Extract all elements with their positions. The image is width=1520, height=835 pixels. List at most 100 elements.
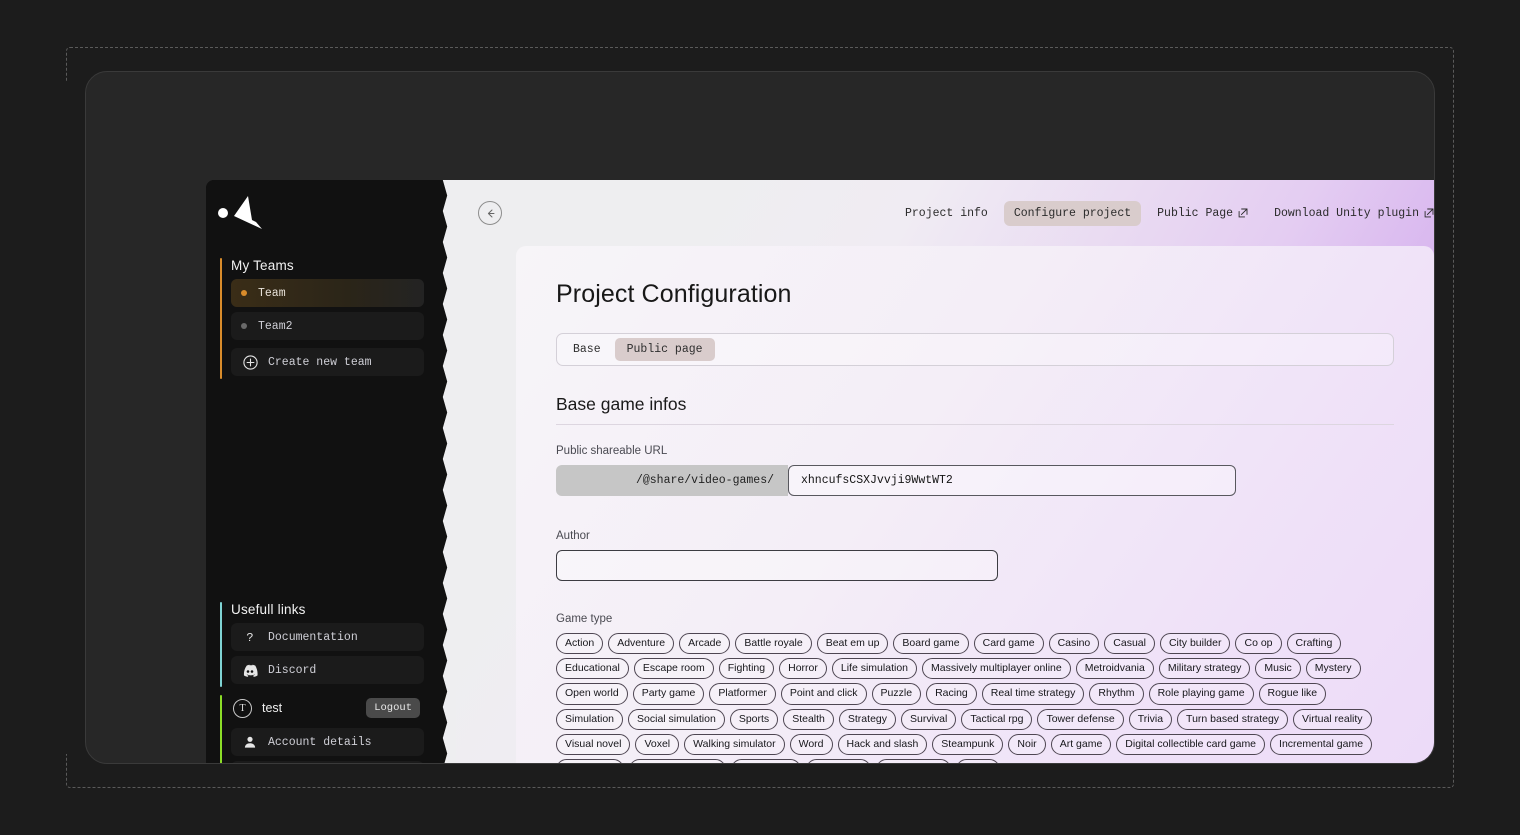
game-type-chip[interactable]: Racing bbox=[926, 683, 977, 705]
game-type-chip[interactable]: Rogue lite bbox=[805, 758, 872, 763]
game-type-chip[interactable]: Rhythm bbox=[1089, 683, 1144, 705]
game-type-chip[interactable]: Noir bbox=[1008, 733, 1046, 755]
topnav-project-info[interactable]: Project info bbox=[895, 201, 998, 226]
game-type-chip[interactable]: Role playing game bbox=[1148, 683, 1254, 705]
game-type-chip[interactable]: Massively multiplayer online bbox=[922, 658, 1071, 680]
top-navigation: Project info Configure project Public Pa… bbox=[895, 200, 1434, 226]
game-type-chip[interactable]: Adventure bbox=[608, 633, 675, 655]
group-accent-rail-links bbox=[220, 602, 222, 687]
game-type-chip[interactable]: Board game bbox=[893, 633, 969, 655]
topnav-download-unity-plugin[interactable]: Download Unity plugin bbox=[1264, 201, 1434, 226]
tab-bar: Base Public page bbox=[556, 333, 1394, 366]
app-logo[interactable] bbox=[206, 180, 434, 256]
game-type-chip[interactable]: Tower defense bbox=[1037, 708, 1124, 730]
game-type-chip[interactable]: Sports bbox=[729, 708, 779, 730]
field-public-shareable-url: Public shareable URL /@share/video-games… bbox=[556, 445, 1394, 496]
game-type-chip[interactable]: Art game bbox=[1050, 733, 1112, 755]
game-type-chip[interactable]: Battle royale bbox=[735, 633, 812, 655]
game-type-chip[interactable]: Action bbox=[556, 633, 604, 655]
field-label: Author bbox=[556, 530, 590, 542]
create-new-team-label: Create new team bbox=[268, 355, 372, 369]
group-accent-rail-teams bbox=[220, 258, 222, 379]
game-type-chip[interactable]: Crafting bbox=[1286, 633, 1342, 655]
game-type-chip[interactable]: Casual bbox=[1104, 633, 1155, 655]
game-type-chip[interactable]: Military strategy bbox=[1158, 658, 1251, 680]
game-type-chip[interactable]: Stealth bbox=[783, 708, 834, 730]
game-type-chip[interactable]: Voxel bbox=[635, 733, 680, 755]
status-dot-inactive-icon bbox=[241, 323, 247, 329]
game-type-chip[interactable]: Escape room bbox=[633, 658, 714, 680]
author-input[interactable] bbox=[556, 550, 998, 581]
game-type-chip[interactable]: Rogue like bbox=[1258, 683, 1327, 705]
tab-public-page[interactable]: Public page bbox=[614, 338, 715, 361]
sidebar-item-team2[interactable]: Team2 bbox=[231, 312, 424, 340]
game-type-chip[interactable]: Martial arts bbox=[730, 758, 801, 763]
game-type-chip[interactable]: Tactical rpg bbox=[961, 708, 1033, 730]
sidebar-item-team[interactable]: Team bbox=[231, 279, 424, 307]
url-input-group: /@share/video-games/ bbox=[556, 465, 1394, 496]
game-type-chip[interactable]: Visual novel bbox=[556, 733, 631, 755]
game-type-chip[interactable]: Walking simulator bbox=[684, 733, 785, 755]
game-type-chip[interactable]: Fighting bbox=[718, 658, 775, 680]
sidebar-item-label: Team2 bbox=[258, 319, 293, 333]
avatar: T bbox=[233, 698, 252, 718]
game-type-chip[interactable]: Beat em up bbox=[816, 633, 889, 655]
field-label: Public shareable URL bbox=[556, 445, 668, 457]
account-username: test bbox=[262, 701, 283, 715]
topnav-public-page[interactable]: Public Page bbox=[1147, 201, 1258, 226]
game-type-chip[interactable]: Mystery bbox=[1305, 658, 1361, 680]
game-type-chip[interactable]: Hack and slash bbox=[837, 733, 928, 755]
app-shell: My Teams Team Team2 Create new team Usef… bbox=[206, 180, 1434, 763]
game-type-chip[interactable]: Real time strategy bbox=[981, 683, 1085, 705]
arrow-left-icon bbox=[487, 209, 494, 217]
game-type-chip[interactable]: Interactive movie bbox=[628, 758, 726, 763]
url-slug-input[interactable] bbox=[788, 465, 1236, 496]
tab-base[interactable]: Base bbox=[561, 338, 613, 361]
game-type-chip[interactable]: Virtual reality bbox=[1293, 708, 1372, 730]
url-prefix: /@share/video-games/ bbox=[556, 465, 788, 496]
game-type-chip[interactable]: Point and click bbox=[780, 683, 867, 705]
sidebar-item-subscription[interactable]: Subscription bbox=[231, 761, 424, 763]
game-type-chip[interactable]: Party game bbox=[632, 683, 705, 705]
logout-button[interactable]: Logout bbox=[366, 698, 420, 718]
game-type-chip[interactable]: Open world bbox=[556, 683, 628, 705]
game-type-chip[interactable]: Battle arena bbox=[876, 758, 951, 763]
sidebar-item-discord[interactable]: Discord bbox=[231, 656, 424, 684]
game-type-chip[interactable]: Simulation bbox=[556, 708, 624, 730]
game-type-chip[interactable]: Incremental game bbox=[1270, 733, 1373, 755]
game-type-chip[interactable]: Other bbox=[955, 758, 1001, 763]
game-type-chip[interactable]: Educational bbox=[556, 658, 629, 680]
game-type-chip[interactable]: Survival bbox=[901, 708, 957, 730]
game-type-chip[interactable]: Trivia bbox=[1128, 708, 1173, 730]
topnav-configure-project[interactable]: Configure project bbox=[1003, 200, 1142, 226]
game-type-chip[interactable]: Puzzle bbox=[871, 683, 922, 705]
svg-text:?: ? bbox=[246, 631, 253, 644]
game-type-chip[interactable]: Card game bbox=[973, 633, 1044, 655]
game-type-chip[interactable]: Word bbox=[789, 733, 833, 755]
game-type-chip[interactable]: Arcade bbox=[679, 633, 731, 655]
sidebar-item-label: Discord bbox=[268, 663, 317, 677]
game-type-chip[interactable]: Platformer bbox=[709, 683, 776, 705]
game-type-chip[interactable]: Social simulation bbox=[628, 708, 725, 730]
game-type-chip[interactable]: Horror bbox=[779, 658, 827, 680]
game-type-chip[interactable]: Music bbox=[1255, 658, 1301, 680]
back-button[interactable] bbox=[478, 201, 502, 225]
game-type-chip[interactable]: Steampunk bbox=[932, 733, 1004, 755]
topnav-label: Project info bbox=[904, 206, 988, 220]
game-type-chip[interactable]: City builder bbox=[1159, 633, 1231, 655]
game-type-chip[interactable]: Dating sim bbox=[556, 758, 624, 763]
create-new-team-button[interactable]: Create new team bbox=[231, 348, 424, 376]
game-type-chip[interactable]: Casino bbox=[1048, 633, 1100, 655]
game-type-chip[interactable]: Metroidvania bbox=[1075, 658, 1154, 680]
game-type-chip[interactable]: Life simulation bbox=[831, 658, 917, 680]
sidebar-item-account-details[interactable]: Account details bbox=[231, 728, 424, 756]
sidebar-item-documentation[interactable]: ? Documentation bbox=[231, 623, 424, 651]
external-link-icon bbox=[1424, 208, 1434, 218]
status-dot-active-icon bbox=[241, 290, 247, 296]
game-type-chip[interactable]: Co op bbox=[1235, 633, 1282, 655]
sidebar-group-links: Usefull links ? Documentation Discord bbox=[206, 600, 434, 689]
game-type-chip[interactable]: Digital collectible card game bbox=[1116, 733, 1266, 755]
sidebar-item-label: Documentation bbox=[268, 630, 358, 644]
game-type-chip[interactable]: Turn based strategy bbox=[1177, 708, 1289, 730]
game-type-chip[interactable]: Strategy bbox=[838, 708, 896, 730]
